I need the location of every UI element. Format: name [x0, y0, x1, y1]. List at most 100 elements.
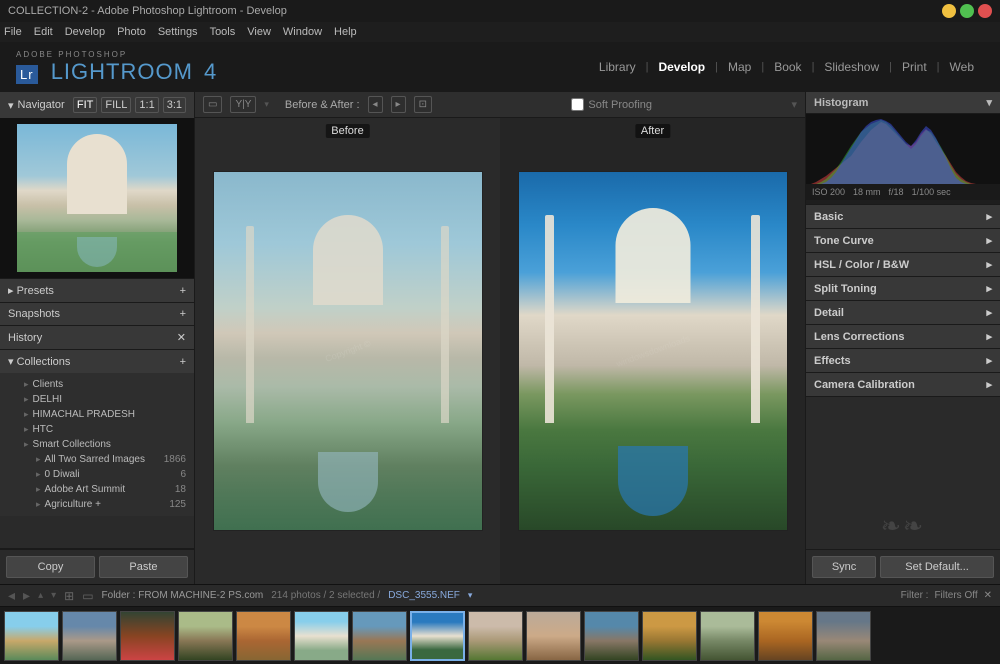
- menu-view[interactable]: View: [247, 26, 271, 38]
- fill-button[interactable]: FILL: [101, 97, 131, 113]
- soft-proofing-checkbox[interactable]: [571, 98, 584, 111]
- collection-delhi[interactable]: ▸ DELHI: [8, 392, 186, 407]
- filmstrip-nav-down[interactable]: ▾: [51, 590, 56, 601]
- lens-corrections-section: Lens Corrections ▸: [806, 325, 1000, 349]
- thumb-14[interactable]: [758, 611, 813, 661]
- history-close-icon[interactable]: ✕: [177, 331, 186, 344]
- tab-book[interactable]: Book: [764, 56, 811, 78]
- collection-smart[interactable]: ▸ Smart Collections: [8, 437, 186, 452]
- adobe-count: 18: [175, 484, 186, 495]
- menu-settings[interactable]: Settings: [158, 26, 198, 38]
- menu-file[interactable]: File: [4, 26, 22, 38]
- maximize-button[interactable]: [960, 4, 974, 18]
- sync-button[interactable]: Sync: [812, 556, 876, 578]
- swap-left-icon[interactable]: ◂: [368, 96, 383, 113]
- tab-map[interactable]: Map: [718, 56, 761, 78]
- tab-develop[interactable]: Develop: [648, 56, 715, 78]
- nav-tabs: Library | Develop | Map | Book | Slidesh…: [589, 56, 984, 78]
- before-after-label: Before & After :: [285, 99, 360, 111]
- menu-help[interactable]: Help: [334, 26, 357, 38]
- filmstrip-nav-left[interactable]: ◂: [8, 587, 15, 604]
- collections-header[interactable]: ▾ Collections +: [0, 350, 194, 373]
- view-single-icon[interactable]: ▭: [203, 96, 222, 113]
- iso-info: ISO 200: [812, 187, 845, 197]
- collection-himachal[interactable]: ▸ HIMACHAL PRADESH: [8, 407, 186, 422]
- paste-button[interactable]: Paste: [99, 556, 188, 578]
- filmstrip-nav-up[interactable]: ▴: [38, 590, 43, 601]
- camera-calibration-label: Camera Calibration: [814, 379, 915, 391]
- filename-dropdown-icon[interactable]: ▾: [468, 590, 473, 601]
- menu-tools[interactable]: Tools: [210, 26, 236, 38]
- presets-header[interactable]: ▸ Presets +: [0, 279, 194, 302]
- thumb-2[interactable]: [62, 611, 117, 661]
- allsarred-count: 1866: [164, 454, 186, 465]
- thumb-15[interactable]: [816, 611, 871, 661]
- thumb-6[interactable]: [294, 611, 349, 661]
- fit-button[interactable]: FIT: [73, 97, 98, 113]
- lens-corrections-arrow-icon: ▸: [986, 330, 992, 343]
- effects-header[interactable]: Effects ▸: [806, 349, 1000, 372]
- collection-htc[interactable]: ▸ HTC: [8, 422, 186, 437]
- filter-close-icon[interactable]: ✕: [984, 590, 992, 601]
- delhi-label: DELHI: [33, 394, 186, 405]
- navigator-header[interactable]: ▾ Navigator FIT FILL 1:1 3:1: [0, 92, 194, 118]
- before-after-toolbar: ▭ Y|Y ▾ Before & After : ◂ ▸ ⊡ Soft Proo…: [195, 92, 805, 118]
- snapshots-add-icon[interactable]: +: [180, 308, 186, 320]
- collection-agriculture[interactable]: ▸ Agriculture + 125: [8, 497, 186, 512]
- thumb-12[interactable]: [642, 611, 697, 661]
- thumb-3[interactable]: [120, 611, 175, 661]
- menu-photo[interactable]: Photo: [117, 26, 146, 38]
- camera-calibration-header[interactable]: Camera Calibration ▸: [806, 373, 1000, 396]
- thumb-9[interactable]: [468, 611, 523, 661]
- thumb-10[interactable]: [526, 611, 581, 661]
- histogram-header: Histogram ▾: [806, 92, 1000, 114]
- toolbar-dropdown-arrow[interactable]: ▾: [264, 99, 269, 110]
- menu-window[interactable]: Window: [283, 26, 322, 38]
- snapshots-header[interactable]: Snapshots +: [0, 303, 194, 325]
- filmstrip-nav-right[interactable]: ▸: [23, 587, 30, 604]
- lens-corrections-header[interactable]: Lens Corrections ▸: [806, 325, 1000, 348]
- minimize-button[interactable]: [942, 4, 956, 18]
- thumb-4[interactable]: [178, 611, 233, 661]
- 3to1-button[interactable]: 3:1: [163, 97, 186, 113]
- basic-header[interactable]: Basic ▸: [806, 205, 1000, 228]
- collection-allsarred[interactable]: ▸ All Two Sarred Images 1866: [8, 452, 186, 467]
- copy-from-icon[interactable]: ⊡: [414, 96, 432, 113]
- menu-edit[interactable]: Edit: [34, 26, 53, 38]
- 1to1-button[interactable]: 1:1: [135, 97, 158, 113]
- collection-clients[interactable]: ▸ Clients: [8, 377, 186, 392]
- thumb-13[interactable]: [700, 611, 755, 661]
- filter-value[interactable]: Filters Off: [934, 590, 977, 601]
- thumb-1[interactable]: [4, 611, 59, 661]
- set-default-button[interactable]: Set Default...: [880, 556, 994, 578]
- view-single-filmstrip-icon[interactable]: ▭: [82, 589, 93, 603]
- tab-print[interactable]: Print: [892, 56, 937, 78]
- view-grid-icon[interactable]: ⊞: [64, 589, 74, 603]
- thumb-7[interactable]: [352, 611, 407, 661]
- lens-corrections-label: Lens Corrections: [814, 331, 904, 343]
- split-toning-header[interactable]: Split Toning ▸: [806, 277, 1000, 300]
- histogram-label: Histogram: [814, 97, 868, 109]
- swap-right-icon[interactable]: ▸: [391, 96, 406, 113]
- close-button[interactable]: [978, 4, 992, 18]
- thumb-11[interactable]: [584, 611, 639, 661]
- thumb-5[interactable]: [236, 611, 291, 661]
- hsl-header[interactable]: HSL / Color / B&W ▸: [806, 253, 1000, 276]
- tab-library[interactable]: Library: [589, 56, 646, 78]
- view-split-icon[interactable]: Y|Y: [230, 96, 256, 113]
- presets-add-icon[interactable]: +: [180, 285, 186, 297]
- tab-slideshow[interactable]: Slideshow: [814, 56, 889, 78]
- collection-diwali[interactable]: ▸ 0 Diwali 6: [8, 467, 186, 482]
- copy-button[interactable]: Copy: [6, 556, 95, 578]
- collections-add-icon[interactable]: +: [180, 356, 186, 368]
- navigator-thumbnail: [17, 124, 177, 272]
- history-header[interactable]: History ✕: [0, 326, 194, 349]
- tone-curve-header[interactable]: Tone Curve ▸: [806, 229, 1000, 252]
- soft-proofing-toggle[interactable]: Soft Proofing: [571, 98, 652, 111]
- filename-label[interactable]: DSC_3555.NEF: [388, 590, 460, 601]
- collection-adobe[interactable]: ▸ Adobe Art Summit 18: [8, 482, 186, 497]
- thumb-8-selected[interactable]: [410, 611, 465, 661]
- tab-web[interactable]: Web: [940, 56, 984, 78]
- detail-header[interactable]: Detail ▸: [806, 301, 1000, 324]
- menu-develop[interactable]: Develop: [65, 26, 105, 38]
